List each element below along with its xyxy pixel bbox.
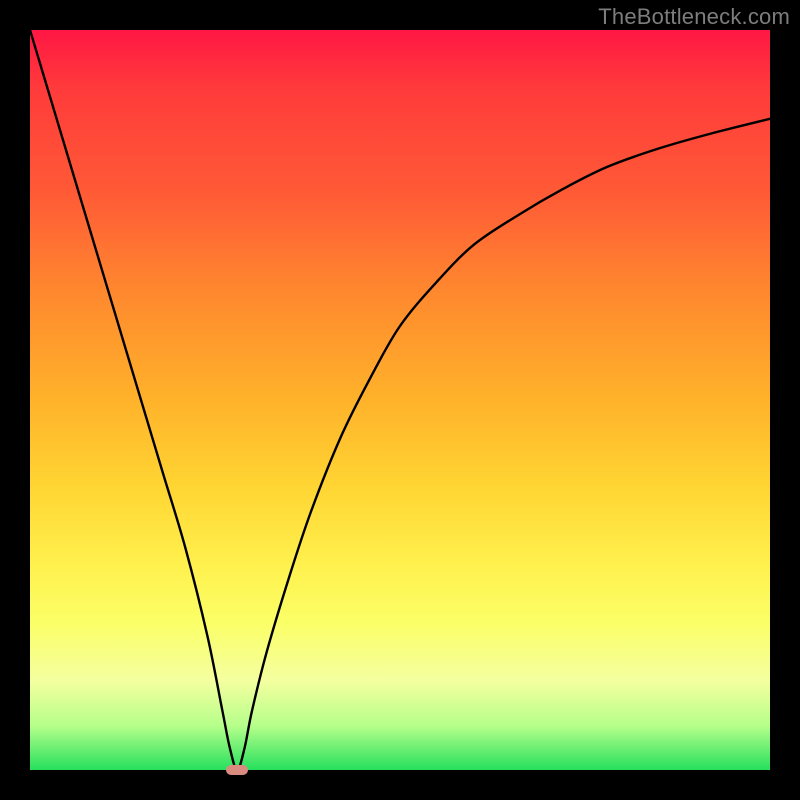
plot-area xyxy=(30,30,770,770)
bottleneck-curve xyxy=(30,30,770,770)
chart-frame: TheBottleneck.com xyxy=(0,0,800,800)
minimum-marker xyxy=(226,765,248,775)
watermark-text: TheBottleneck.com xyxy=(598,4,790,30)
